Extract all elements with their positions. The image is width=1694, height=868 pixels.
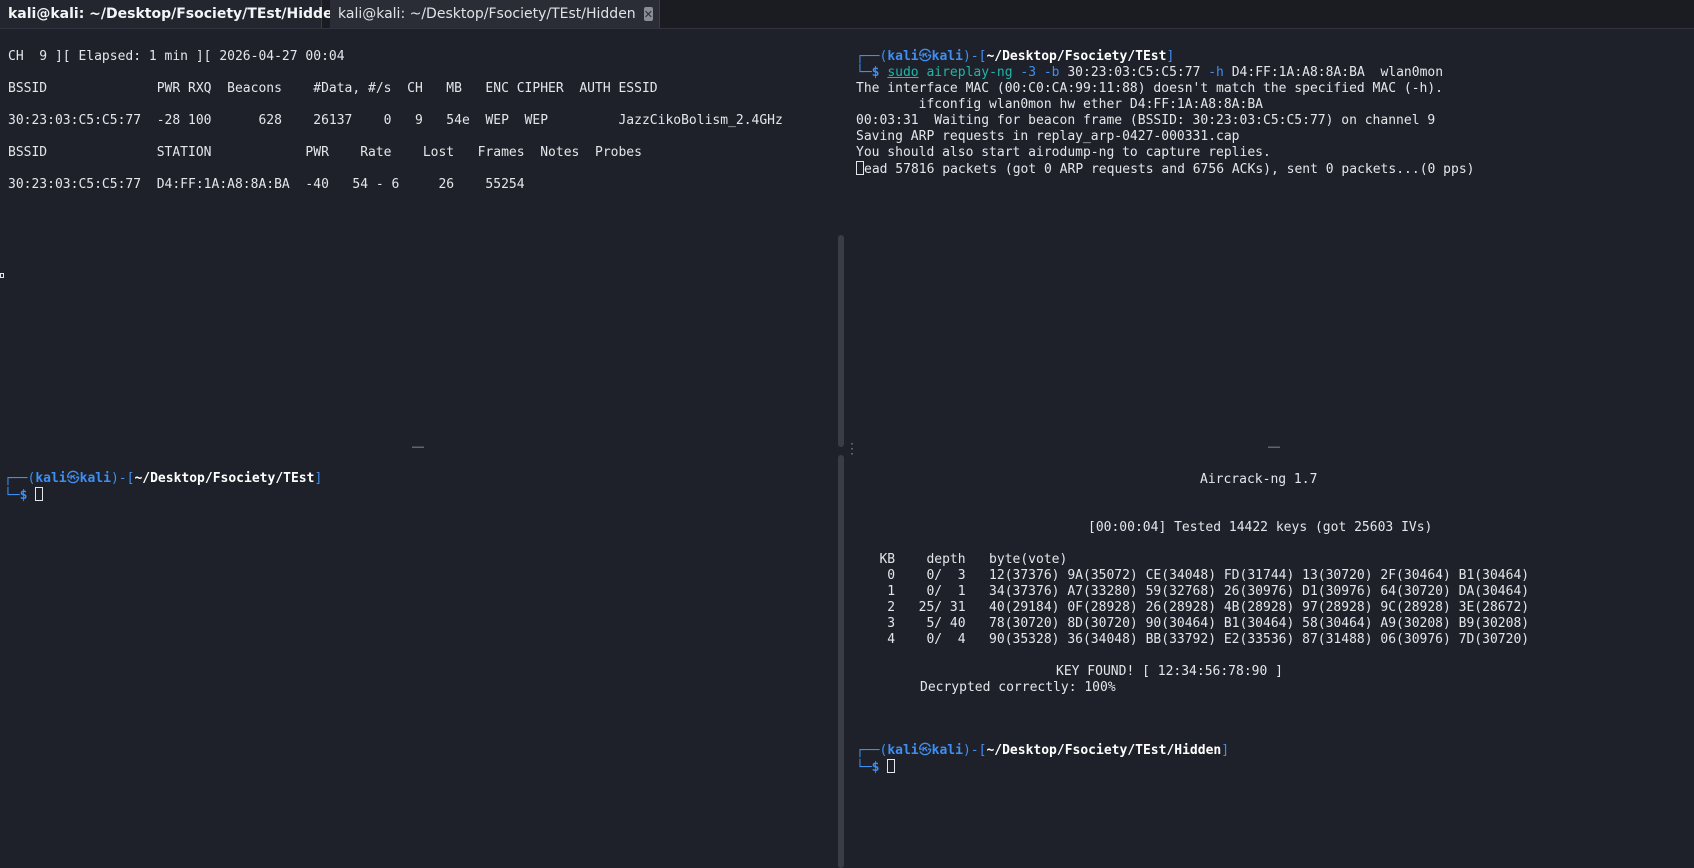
close-icon[interactable]: ✕: [643, 7, 653, 21]
prompt-host: kali: [79, 471, 111, 486]
output-line: The interface MAC (00:C0:CA:99:11:88) do…: [856, 81, 1443, 96]
text-cursor: [35, 487, 44, 501]
prompt-path: ~/Desktop/Fsociety/TEst/Hidden: [986, 743, 1222, 758]
tab-inactive[interactable]: kali@kali: ~/Desktop/Fsociety/TEst/Hidde…: [330, 0, 660, 28]
text-cursor: [887, 759, 896, 773]
sudo-command: sudo: [887, 65, 919, 80]
command-line: └─$ sudo aireplay-ng -3 -b 30:23:03:C5:C…: [856, 65, 1444, 80]
airodump-status: CH 9 ][ Elapsed: 1 min ][ 2026-04-27 00:…: [8, 49, 345, 64]
pane-splitter-vertical-bottom[interactable]: [838, 455, 844, 868]
keybyte-row: 1 0/ 1 34(37376) A7(33280) 59(32768) 26(…: [856, 584, 1530, 599]
text-cursor: [856, 161, 864, 175]
input-line[interactable]: └─$: [856, 759, 896, 775]
prompt-line: ┌──(kali㉿kali)-[~/Desktop/Fsociety/TEst]: [4, 471, 323, 486]
keybyte-row: 3 5/ 40 78(30720) 8D(30720) 90(30464) B1…: [856, 616, 1530, 631]
tab-bar: kali@kali: ~/Desktop/Fsociety/TEst/Hidde…: [0, 0, 1694, 29]
aircrack-status: [00:00:04] Tested 14422 keys (got 25603 …: [1088, 520, 1433, 535]
station-table-header: BSSID STATION PWR Rate Lost Frames Notes…: [8, 145, 642, 160]
pane-splitter-vertical-top[interactable]: [838, 235, 844, 447]
tab-title: kali@kali: ~/Desktop/Fsociety/TEst/Hidde…: [338, 6, 636, 22]
key-found: KEY FOUND! [ 12:34:56:78:90 ]: [1056, 664, 1283, 679]
prompt-line: ┌──(kali㉿kali)-[~/Desktop/Fsociety/TEst]: [856, 49, 1175, 64]
tab-active[interactable]: kali@kali: ~/Desktop/Fsociety/TEst/Hidde…: [0, 0, 360, 28]
scroll-marker: [0, 273, 4, 278]
prompt-host: kali: [931, 743, 963, 758]
output-line-with-cursor: ead 57816 packets (got 0 ARP requests an…: [856, 161, 1474, 177]
pane-resize-handle[interactable]: ……: [1268, 440, 1280, 451]
tab-title: kali@kali: ~/Desktop/Fsociety/TEst/Hidde…: [8, 6, 343, 22]
output-line: ifconfig wlan0mon hw ether D4:FF:1A:A8:8…: [856, 97, 1263, 112]
keybyte-row: 2 25/ 31 40(29184) 0F(28928) 26(28928) 4…: [856, 600, 1530, 615]
prompt-user: kali: [35, 471, 67, 486]
prompt-user: kali: [887, 743, 919, 758]
decrypted-status: Decrypted correctly: 100%: [920, 680, 1116, 695]
keybyte-row: 0 0/ 3 12(37376) 9A(35072) CE(34048) FD(…: [856, 568, 1530, 583]
output-line: You should also start airodump-ng to cap…: [856, 145, 1271, 160]
input-line[interactable]: └─$: [4, 487, 44, 503]
pane-resize-handle[interactable]: · · ·: [849, 440, 855, 460]
keybyte-header: KB depth byte(vote): [856, 552, 1068, 567]
output-line: 00:03:31 Waiting for beacon frame (BSSID…: [856, 113, 1436, 128]
prompt-path: ~/Desktop/Fsociety/TEst: [134, 471, 315, 486]
prompt-host: kali: [931, 49, 963, 64]
ap-table-header: BSSID PWR RXQ Beacons #Data, #/s CH MB E…: [8, 81, 658, 96]
ap-table-row: 30:23:03:C5:C5:77 -28 100 628 26137 0 9 …: [8, 113, 783, 128]
aircrack-title: Aircrack-ng 1.7: [1200, 472, 1318, 487]
prompt-line: ┌──(kali㉿kali)-[~/Desktop/Fsociety/TEst/…: [856, 743, 1230, 758]
keybyte-row: 4 0/ 4 90(35328) 36(34048) BB(33792) E2(…: [856, 632, 1530, 647]
prompt-user: kali: [887, 49, 919, 64]
output-line: Saving ARP requests in replay_arp-0427-0…: [856, 129, 1240, 144]
prompt-path: ~/Desktop/Fsociety/TEst: [986, 49, 1167, 64]
pane-resize-handle[interactable]: ……: [412, 440, 424, 451]
station-table-row: 30:23:03:C5:C5:77 D4:FF:1A:A8:8A:BA -40 …: [8, 177, 525, 192]
